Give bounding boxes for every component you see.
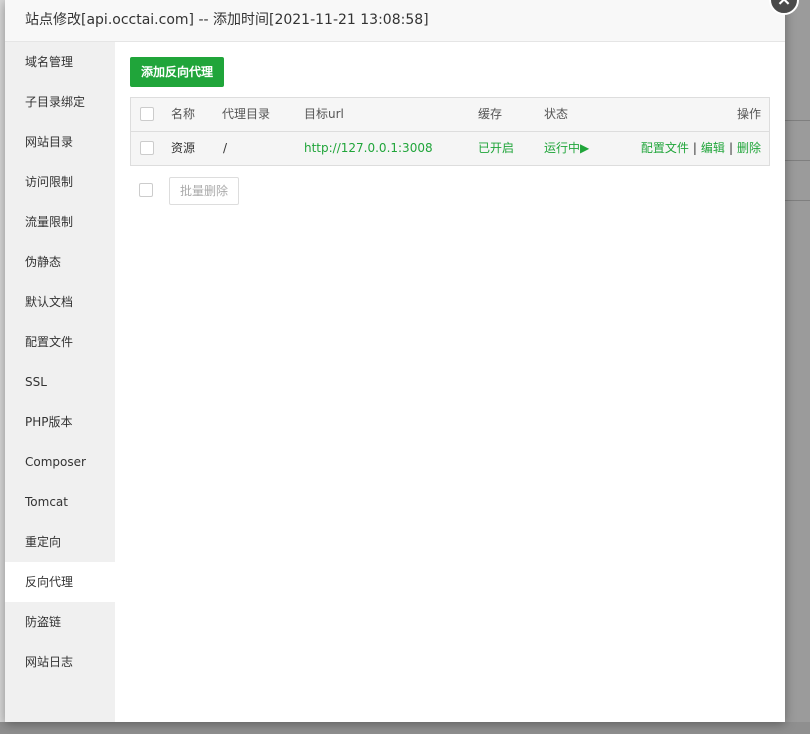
config-file-link[interactable]: 配置文件: [641, 141, 689, 155]
header-proxy-dir: 代理目录: [222, 107, 271, 121]
row-target-url: http://127.0.0.1:3008: [304, 141, 433, 155]
proxy-table: 名称 代理目录 目标url 缓存 状态 操作 资源 / http://127.0…: [130, 97, 770, 166]
sidebar-item-access-limit[interactable]: 访问限制: [5, 162, 115, 202]
row-checkbox[interactable]: [140, 141, 154, 155]
sidebar-item-traffic-limit[interactable]: 流量限制: [5, 202, 115, 242]
row-name: 资源: [171, 141, 196, 155]
sidebar-item-php-version[interactable]: PHP版本: [5, 402, 115, 442]
table-row: 资源 / http://127.0.0.1:3008 已开启 运行中▶ 配置文件…: [131, 132, 769, 165]
edit-link[interactable]: 编辑: [701, 141, 725, 155]
row-running-status[interactable]: 运行中▶: [544, 132, 589, 165]
table-header: 名称 代理目录 目标url 缓存 状态 操作: [131, 98, 769, 132]
row-cache-status[interactable]: 已开启: [478, 132, 514, 165]
background-page-right: [784, 0, 810, 734]
header-target-url: 目标url: [304, 107, 344, 121]
sidebar-item-rewrite[interactable]: 伪静态: [5, 242, 115, 282]
header-status: 状态: [544, 107, 569, 121]
add-reverse-proxy-button[interactable]: 添加反向代理: [130, 57, 225, 87]
main-panel: 添加反向代理 名称 代理目录 目标url 缓存 状态 操作 资源 / http:…: [115, 42, 785, 722]
delete-link[interactable]: 删除: [737, 141, 761, 155]
batch-select-checkbox[interactable]: [139, 183, 153, 197]
op-separator: |: [692, 141, 697, 155]
row-proxy-dir: /: [223, 141, 228, 155]
sidebar-item-redirect[interactable]: 重定向: [5, 522, 115, 562]
header-cache: 缓存: [478, 107, 503, 121]
sidebar-item-config-file[interactable]: 配置文件: [5, 322, 115, 362]
sidebar-item-subdir-binding[interactable]: 子目录绑定: [5, 82, 115, 122]
row-operations: 配置文件 | 编辑 | 删除: [641, 132, 761, 165]
sidebar-item-domain[interactable]: 域名管理: [5, 42, 115, 82]
batch-delete-button[interactable]: 批量删除: [169, 177, 240, 205]
sidebar: 域名管理 子目录绑定 网站目录 访问限制 流量限制 伪静态 默认文档 配置文件 …: [5, 42, 115, 722]
sidebar-item-ssl[interactable]: SSL: [5, 362, 115, 402]
select-all-checkbox[interactable]: [140, 107, 154, 121]
sidebar-item-site-directory[interactable]: 网站目录: [5, 122, 115, 162]
background-page-bottom: [0, 722, 810, 734]
sidebar-item-tomcat[interactable]: Tomcat: [5, 482, 115, 522]
header-operations: 操作: [736, 107, 761, 121]
sidebar-item-reverse-proxy[interactable]: 反向代理: [5, 562, 115, 602]
dialog-title: 站点修改[api.occtai.com] -- 添加时间[2021-11-21 …: [5, 0, 785, 42]
sidebar-item-site-logs[interactable]: 网站日志: [5, 642, 115, 682]
op-separator: |: [728, 141, 733, 155]
sidebar-item-composer[interactable]: Composer: [5, 442, 115, 482]
sidebar-item-hotlink-protection[interactable]: 防盗链: [5, 602, 115, 642]
site-edit-dialog: 站点修改[api.occtai.com] -- 添加时间[2021-11-21 …: [5, 0, 799, 722]
header-name: 名称: [171, 107, 196, 121]
sidebar-item-default-doc[interactable]: 默认文档: [5, 282, 115, 322]
